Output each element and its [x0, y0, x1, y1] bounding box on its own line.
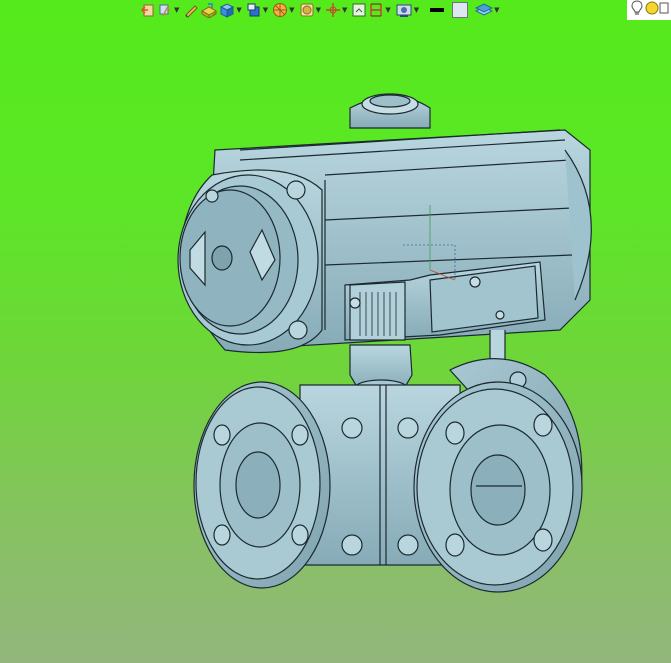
lighting-panel — [627, 0, 671, 20]
sketch-plane-icon[interactable]: ▼ — [157, 1, 182, 19]
valve-assembly-model — [177, 93, 592, 593]
display-settings-icon[interactable]: ▼ — [395, 1, 422, 19]
left-flange — [193, 381, 331, 589]
axis-triad-icon[interactable]: ▼ — [325, 1, 350, 19]
scene-light-icon[interactable] — [645, 0, 669, 20]
measure-icon[interactable]: ▼ — [368, 1, 393, 19]
lightbulb-icon[interactable] — [631, 0, 643, 20]
background-color-icon[interactable] — [452, 1, 469, 19]
render-style-icon[interactable]: ▼ — [299, 1, 324, 19]
zoom-fit-icon[interactable] — [351, 1, 367, 19]
position-indicator — [349, 93, 431, 129]
pencil-icon[interactable] — [183, 1, 199, 19]
section-view-icon[interactable]: ▼ — [272, 1, 297, 19]
layers-icon[interactable]: ▼ — [475, 1, 502, 19]
right-flange — [413, 381, 583, 593]
box-3d-icon[interactable]: ▼ — [219, 1, 244, 19]
actuator-end-cap — [177, 169, 323, 354]
cad-toolbar: ▼ ▼ ▼ ▼ ▼ ▼ ▼ ▼ ▼ — [140, 0, 671, 20]
extrude-icon[interactable] — [200, 1, 218, 19]
view-orientation-icon[interactable]: ▼ — [246, 1, 271, 19]
exit-sketch-icon[interactable] — [140, 1, 156, 19]
3d-viewport[interactable] — [0, 20, 671, 663]
edge-color-icon[interactable] — [429, 1, 445, 19]
